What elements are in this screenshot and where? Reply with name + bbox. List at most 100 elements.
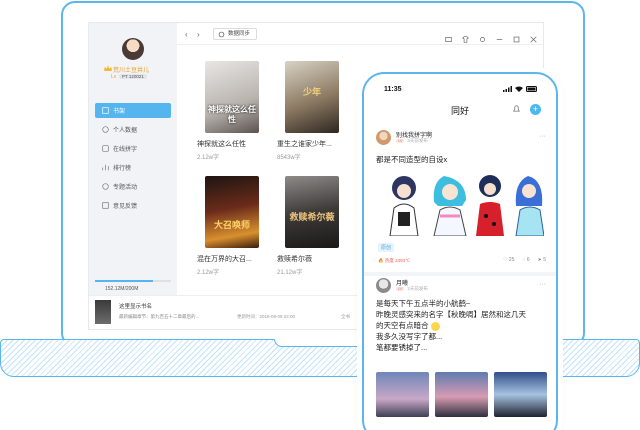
book-cover-title: 少年 <box>302 87 321 97</box>
sidebar-item-bookshelf[interactable]: 书架 <box>95 103 171 118</box>
photo[interactable] <box>494 372 547 417</box>
share-count: 5 <box>543 257 546 263</box>
level-badge: LV <box>396 139 405 143</box>
mail-icon[interactable] <box>445 30 452 42</box>
more-icon[interactable]: ··· <box>539 133 546 140</box>
post-text-line: 是每天下午五点半的小航鹤~ <box>376 299 471 308</box>
sidebar-item-label: 排行榜 <box>113 166 132 172</box>
player-title: 这里显示书名 <box>119 304 153 310</box>
book-cover[interactable]: 大召唤师 <box>205 176 259 248</box>
add-post-icon[interactable]: + <box>530 104 541 115</box>
post-illustration[interactable] <box>378 172 544 236</box>
avatar[interactable] <box>376 278 391 293</box>
sidebar-item-online-typing[interactable]: 在线拼字 <box>95 141 171 156</box>
post-text: 是每天下午五点半的小航鹤~ 昨晚灵感突来的名字【秋晚啁】居然和这几天 的天空有点… <box>376 298 526 353</box>
sidebar-item-personal-data[interactable]: 个人数据 <box>95 122 171 137</box>
sidebar-item-feedback[interactable]: 意见反馈 <box>95 198 171 213</box>
more-icon[interactable]: ··· <box>539 281 546 288</box>
book-title: 救赎希尔薇 <box>277 256 312 263</box>
level-badge: Lv <box>111 74 117 80</box>
post-text-line: 笔都要锈掉了... <box>376 343 428 352</box>
book-cover-title: 救赎希尔薇 <box>289 212 335 222</box>
post-meta: LV 2天前发布 <box>396 286 428 292</box>
user-name: 荒川土豆井儿 <box>113 68 150 74</box>
crown-icon <box>104 65 112 71</box>
post-time: 2天前发布 <box>407 286 428 291</box>
photo[interactable] <box>435 372 488 417</box>
like-button[interactable]: ♡ 25 <box>503 257 514 263</box>
maximize-icon[interactable] <box>513 30 520 43</box>
ranking-icon <box>102 164 109 171</box>
book-cover[interactable]: 少年 <box>285 61 339 133</box>
player-time: 更新时间：2018-08-08 22:00 <box>237 314 296 319</box>
storage-progress <box>95 280 171 282</box>
book-word-count: 2.12w字 <box>197 270 220 276</box>
storage-progress-fill <box>95 280 153 282</box>
player-more-link[interactable]: 全书 <box>341 314 350 320</box>
bookshelf-icon <box>102 107 109 114</box>
post-stats: ♡ 25 ◌ 6 ➤ 5 <box>503 257 546 263</box>
shirt-icon[interactable] <box>462 30 469 43</box>
book-word-count: 21.12w字 <box>277 270 303 276</box>
post-text-line: 我多久没写字了都... <box>376 332 443 341</box>
player-subtitle: 最新编辑章节：第九百五十二章最后的... <box>119 314 200 319</box>
book-cover-title: 神探就这么任性 <box>208 105 256 124</box>
sidebar: 荒川土豆井儿 Lv PT 120021 书架 个人数据 在线拼字 排行榜 专题活… <box>89 23 177 298</box>
divider <box>364 272 556 276</box>
book-item[interactable]: 少年 重生之谁家少年... 8543w字 <box>277 61 341 161</box>
smile-emoji-icon <box>430 321 440 331</box>
back-button[interactable]: ‹ <box>185 30 188 39</box>
post-card: 月曦 LV 2天前发布 ··· 是每天下午五点半的小航鹤~ 昨晚灵感突来的名字【秋… <box>376 278 547 430</box>
book-cover[interactable]: 神探就这么任性 <box>205 61 259 133</box>
book-cover[interactable]: 救赎希尔薇 <box>285 176 339 248</box>
post-photos <box>376 372 547 417</box>
comment-count: 6 <box>526 257 530 263</box>
sync-label: 数据同步 <box>228 31 251 37</box>
signal-icon <box>503 86 512 92</box>
phone-mockup: 11:35 同好 + 别找我拼字啊 LV 3天前发布 ··· 都是不同造型的自设x <box>362 72 558 430</box>
comment-button[interactable]: ◌ 6 <box>522 257 529 263</box>
sync-button[interactable]: 数据同步 <box>213 28 258 40</box>
post-tag[interactable]: 原创 <box>378 243 395 252</box>
wifi-icon <box>515 86 523 92</box>
page-title: 同好 <box>450 106 469 116</box>
book-item[interactable]: 救赎希尔薇 救赎希尔薇 21.12w字 <box>277 176 341 276</box>
book-title: 神探就这么任性 <box>197 141 246 148</box>
sidebar-item-label: 意见反馈 <box>113 204 138 210</box>
book-word-count: 2.12w字 <box>197 155 220 161</box>
sidebar-item-label: 个人数据 <box>113 128 138 134</box>
sidebar-item-activities[interactable]: 专题活动 <box>95 179 171 194</box>
storage-text: 152.12M/200M <box>105 286 139 292</box>
book-item[interactable]: 神探就这么任性 神探就这么任性 2.12w字 <box>197 61 261 161</box>
sidebar-item-label: 书架 <box>113 109 126 115</box>
forward-button[interactable]: › <box>197 30 200 39</box>
book-word-count: 8543w字 <box>277 155 301 161</box>
heat-text: 热度 2493℃ <box>384 258 411 263</box>
battery-icon <box>526 86 537 92</box>
book-title: 混在万界的大召... <box>197 256 252 263</box>
photo[interactable] <box>376 372 429 417</box>
laptop-notch <box>274 339 366 347</box>
feedback-icon <box>102 202 109 209</box>
close-icon[interactable] <box>530 30 537 43</box>
book-item[interactable]: 大召唤师 混在万界的大召... 2.12w字 <box>197 176 261 276</box>
post-time: 3天前发布 <box>407 138 428 143</box>
avatar[interactable] <box>376 130 391 145</box>
toolbar: ‹ › 数据同步 <box>177 23 543 45</box>
sidebar-item-label: 在线拼字 <box>113 147 138 153</box>
like-count: 25 <box>508 257 515 263</box>
status-time: 11:35 <box>384 86 402 93</box>
sync-icon <box>218 31 225 38</box>
avatar[interactable] <box>122 38 144 60</box>
post-meta: LV 3天前发布 <box>396 138 428 144</box>
player-thumbnail[interactable] <box>95 300 111 324</box>
level-badge: LV <box>396 287 405 291</box>
book-cover-title: 大召唤师 <box>213 220 250 230</box>
share-button[interactable]: ➤ 5 <box>538 257 546 263</box>
minimize-icon[interactable] <box>496 30 503 40</box>
gear-icon[interactable] <box>479 30 486 42</box>
bell-icon[interactable] <box>512 104 521 113</box>
edit-icon <box>102 145 109 152</box>
book-title: 重生之谁家少年... <box>277 141 332 148</box>
sidebar-item-ranking[interactable]: 排行榜 <box>95 160 171 175</box>
